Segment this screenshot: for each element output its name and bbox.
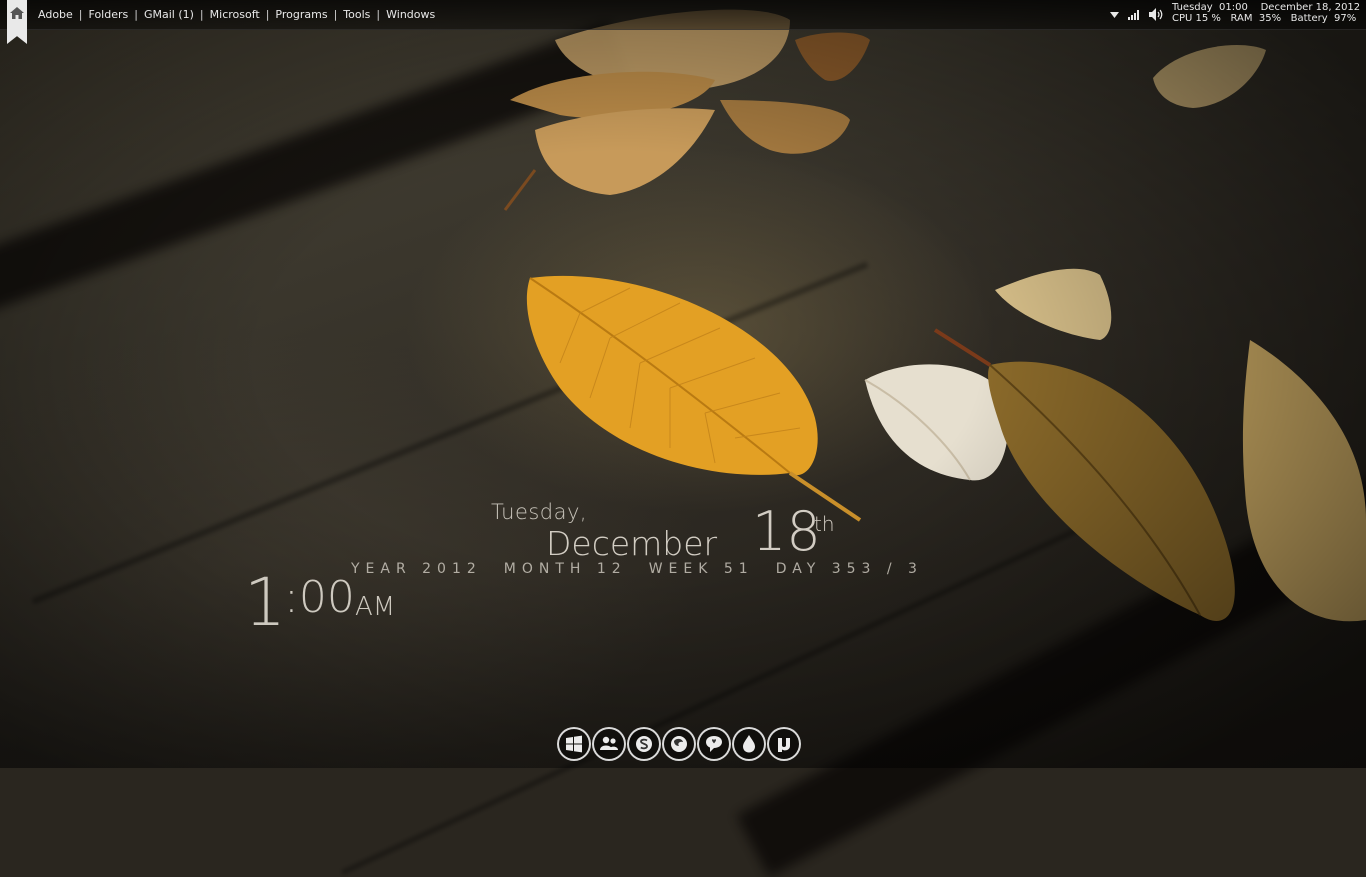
menu-windows[interactable]: Windows [386,8,435,21]
signal-bars-icon[interactable] [1128,9,1141,20]
info-time: 01:00 [1219,2,1248,13]
dock-utorrent-button[interactable] [767,727,801,761]
firefox-icon [671,736,687,752]
info-date: December 18, 2012 [1260,2,1361,13]
top-menu-bar: Adobe | Folders | GMail (1) | Microsoft | Progra… [0,0,1366,44]
menu-links: Adobe | Folders | GMail (1) | Microsoft | Progra… [38,8,435,21]
menu-separator: | [376,8,381,21]
menu-microsoft[interactable]: Microsoft [210,8,260,21]
dropdown-arrow-icon[interactable] [1110,12,1119,18]
clock-stats: YEAR 2012 MONTH 12 WEEK 51 DAY 353 / 3 [351,561,945,577]
clock-month: December [546,524,718,563]
menu-programs[interactable]: Programs [275,8,327,21]
dock-windows-button[interactable] [557,727,591,761]
skype-icon [636,736,652,752]
system-info: Tuesday 01:00 December 18, 2012 CPU 15 %… [1172,2,1360,24]
menu-adobe[interactable]: Adobe [38,8,73,21]
menu-separator: | [265,8,270,21]
menu-separator: | [199,8,204,21]
clock-minutes: :00 [284,572,355,623]
desktop-wallpaper [0,0,1366,877]
battery-label: Battery [1290,13,1328,24]
ram-value: 35% [1258,13,1282,24]
menu-separator: | [78,8,83,21]
dock-droplet-button[interactable] [732,727,766,761]
menu-separator: | [333,8,338,21]
volume-icon[interactable] [1149,8,1164,21]
messenger-icon [600,736,618,750]
menu-separator: | [134,8,138,21]
menu-tools[interactable]: Tools [343,8,370,21]
cpu-label: CPU [1172,13,1193,24]
clock-day-number: 18 [752,500,821,563]
info-weekday: Tuesday [1172,2,1213,13]
dock-skype-button[interactable] [627,727,661,761]
menu-folders[interactable]: Folders [89,8,129,21]
dock-firefox-button[interactable] [662,727,696,761]
ram-label: RAM [1230,13,1253,24]
chat-bubble-icon [706,736,722,752]
clock-weekday: Tuesday, [491,500,588,524]
menu-gmail[interactable]: GMail (1) [144,8,194,21]
clock-week: WEEK 51 [648,561,754,577]
dock-chat-button[interactable] [697,727,731,761]
clock-hour: 1 [244,564,286,641]
clock-day-of-year: DAY 353 / 3 [775,561,923,577]
clock-day-suffix: th [814,512,835,536]
clock-year: YEAR 2012 [351,561,482,577]
utorrent-icon [778,738,790,752]
home-icon [10,7,24,19]
windows-icon [566,735,582,753]
cpu-value: 15 % [1195,13,1221,24]
battery-value: 97% [1334,13,1357,24]
dock-messenger-button[interactable] [592,727,626,761]
clock-ampm: AM [355,592,396,622]
clock-month-number: MONTH 12 [503,561,627,577]
droplet-icon [743,735,755,753]
